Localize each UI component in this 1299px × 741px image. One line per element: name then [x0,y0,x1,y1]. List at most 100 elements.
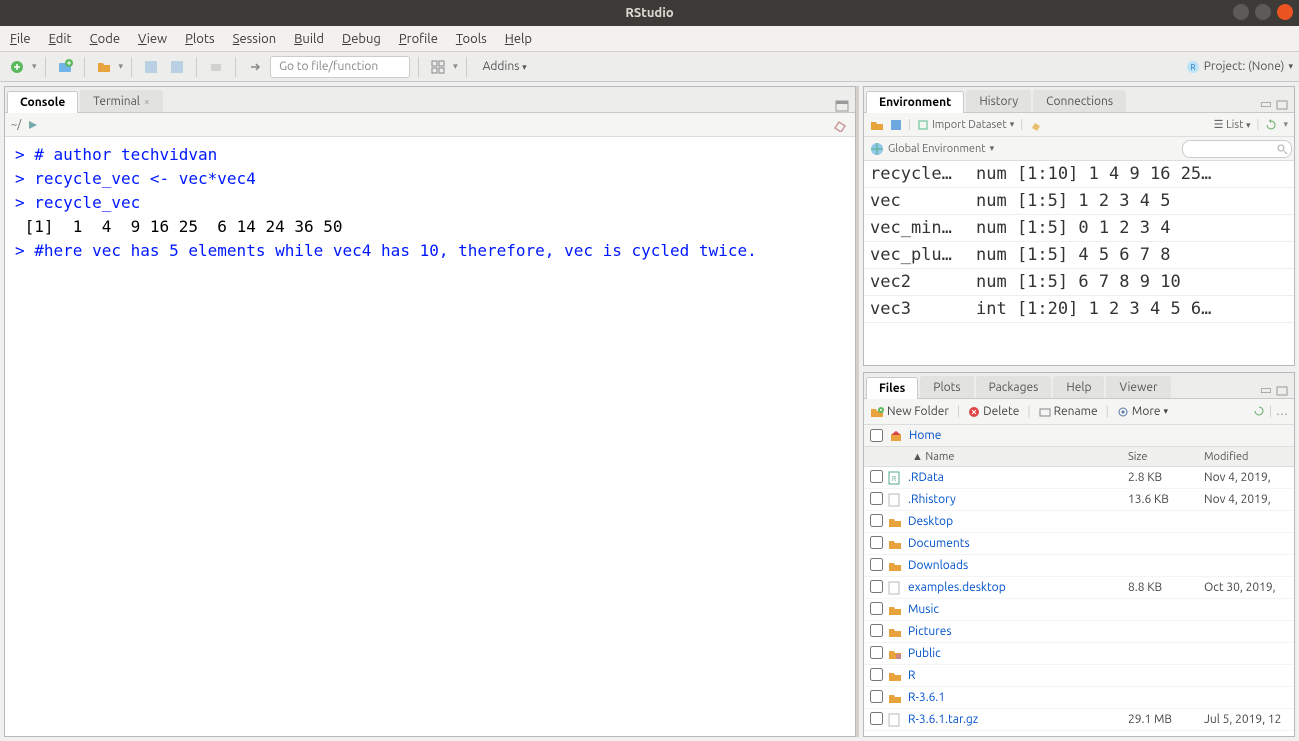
import-dataset-dropdown[interactable]: Import Dataset ▾ [917,119,1014,131]
file-checkbox[interactable] [870,492,883,505]
close-button[interactable] [1277,4,1293,20]
file-row[interactable]: examples.desktop8.8 KBOct 30, 2019, [864,577,1294,599]
file-name[interactable]: Pictures [908,625,1128,638]
env-row[interactable]: vec2num [1:5] 6 7 8 9 10 [864,269,1294,296]
tab-viewer[interactable]: Viewer [1106,376,1170,398]
goto-file-input[interactable]: Go to file/function [270,56,410,78]
file-checkbox[interactable] [870,624,883,637]
open-file-icon[interactable] [93,56,115,78]
file-row[interactable]: .Rhistory13.6 KBNov 4, 2019, [864,489,1294,511]
window-pane-icon[interactable] [835,100,849,112]
file-checkbox[interactable] [870,558,883,571]
tab-console[interactable]: Console [7,91,78,113]
env-row[interactable]: vec_min…num [1:5] 0 1 2 3 4 [864,215,1294,242]
menu-session[interactable]: Session [233,32,276,46]
file-name[interactable]: Documents [908,537,1128,550]
file-name[interactable]: R-3.6.1.tar.gz [908,713,1128,726]
load-workspace-icon[interactable] [870,119,884,131]
save-all-icon[interactable] [166,56,188,78]
global-env-dropdown[interactable]: Global Environment ▾ [870,142,994,156]
tab-history[interactable]: History [966,90,1031,112]
file-checkbox[interactable] [870,646,883,659]
menu-debug[interactable]: Debug [342,32,381,46]
new-project-icon[interactable] [54,56,76,78]
delete-button[interactable]: Delete [968,405,1019,418]
save-icon[interactable] [140,56,162,78]
file-row[interactable]: R-3.6.1 [864,687,1294,709]
tab-help[interactable]: Help [1053,376,1104,398]
minimize-button[interactable] [1233,4,1249,20]
file-name[interactable]: Public [908,647,1128,660]
file-checkbox[interactable] [870,536,883,549]
menu-help[interactable]: Help [505,32,532,46]
print-icon[interactable] [205,56,227,78]
more-options-icon[interactable]: … [1276,405,1288,418]
file-checkbox[interactable] [870,712,883,725]
maximize-pane-icon[interactable] [1276,100,1288,110]
file-row[interactable]: R-3.6.1.tar.gz29.1 MBJul 5, 2019, 12 [864,709,1294,731]
minimize-pane-icon[interactable]: ▭ [1260,97,1272,112]
file-row[interactable]: Documents [864,533,1294,555]
rename-button[interactable]: Rename [1039,405,1098,418]
file-row[interactable]: R [864,665,1294,687]
console-output[interactable]: > # author techvidvan> recycle_vec <- ve… [5,137,855,736]
file-name[interactable]: .Rhistory [908,493,1128,506]
tab-connections[interactable]: Connections [1033,90,1126,112]
save-workspace-icon[interactable] [890,119,902,131]
env-row[interactable]: vec3int [1:20] 1 2 3 4 5 6… [864,296,1294,323]
file-name[interactable]: R [908,669,1128,682]
menu-profile[interactable]: Profile [399,32,438,46]
file-name[interactable]: .RData [908,471,1128,484]
menu-edit[interactable]: Edit [49,32,72,46]
file-name[interactable]: examples.desktop [908,581,1128,594]
list-view-dropdown[interactable]: ☰ List ▾ [1214,118,1251,131]
file-checkbox[interactable] [870,668,883,681]
select-all-checkbox[interactable] [870,429,883,442]
menu-plots[interactable]: Plots [185,32,215,46]
env-row[interactable]: recycle…num [1:10] 1 4 9 16 25… [864,161,1294,188]
menu-code[interactable]: Code [90,32,120,46]
file-name[interactable]: Desktop [908,515,1128,528]
file-row[interactable]: Public [864,643,1294,665]
refresh-files-icon[interactable] [1253,405,1265,418]
tab-files[interactable]: Files [866,377,918,399]
file-row[interactable]: Downloads [864,555,1294,577]
file-row[interactable]: R.RData2.8 KBNov 4, 2019, [864,467,1294,489]
file-checkbox[interactable] [870,690,883,703]
clear-console-icon[interactable] [833,118,849,132]
file-row[interactable]: Pictures [864,621,1294,643]
file-name[interactable]: R-3.6.1 [908,691,1128,704]
tab-environment[interactable]: Environment [866,91,964,113]
file-name[interactable]: Downloads [908,559,1128,572]
env-row[interactable]: vecnum [1:5] 1 2 3 4 5 [864,188,1294,215]
menu-view[interactable]: View [138,32,167,46]
tab-packages[interactable]: Packages [976,376,1052,398]
close-icon[interactable]: × [144,96,150,107]
env-row[interactable]: vec_plu…num [1:5] 4 5 6 7 8 [864,242,1294,269]
file-checkbox[interactable] [870,470,883,483]
project-selector[interactable]: R Project: (None) ▾ [1186,60,1293,74]
file-checkbox[interactable] [870,580,883,593]
file-checkbox[interactable] [870,602,883,615]
addins-dropdown[interactable]: Addins ▾ [475,58,535,75]
more-dropdown[interactable]: More ▾ [1117,405,1168,418]
menu-tools[interactable]: Tools [456,32,487,46]
maximize-button[interactable] [1255,4,1271,20]
tab-terminal[interactable]: Terminal× [80,90,162,112]
new-folder-button[interactable]: New Folder [870,405,949,418]
minimize-pane-icon[interactable]: ▭ [1260,383,1272,398]
breadcrumb-home[interactable]: Home [909,429,941,442]
refresh-env-icon[interactable] [1265,119,1277,131]
goto-arrow-icon[interactable] [244,56,266,78]
maximize-pane-icon[interactable] [1276,386,1288,396]
script-run-icon[interactable] [27,119,39,131]
grid-icon[interactable] [427,56,449,78]
file-name[interactable]: Music [908,603,1128,616]
new-file-icon[interactable] [6,56,28,78]
menu-file[interactable]: File [10,32,31,46]
tab-plots[interactable]: Plots [920,376,973,398]
file-checkbox[interactable] [870,514,883,527]
file-row[interactable]: Music [864,599,1294,621]
clear-env-icon[interactable] [1029,119,1043,131]
file-row[interactable]: Desktop [864,511,1294,533]
